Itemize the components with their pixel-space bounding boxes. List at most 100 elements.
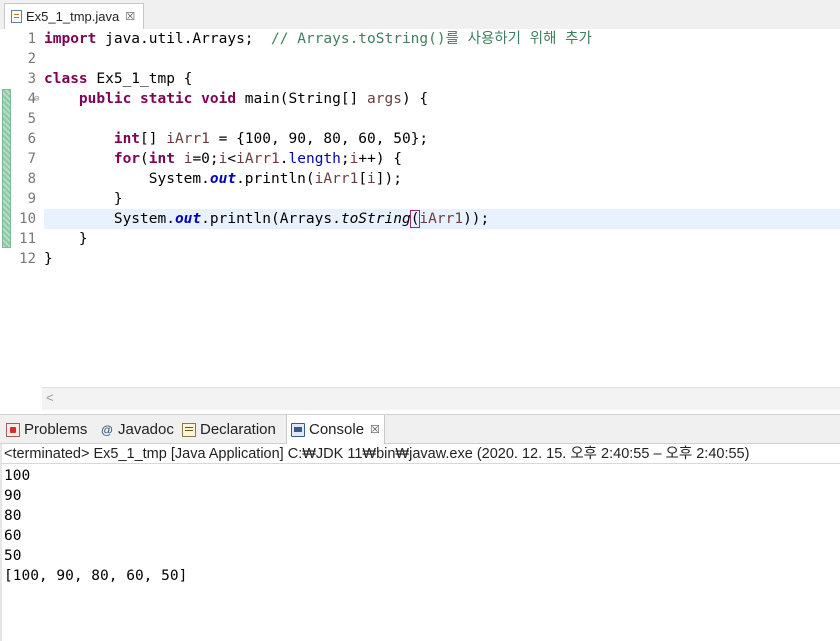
problems-icon: [6, 422, 20, 437]
tab-declaration-label: Declaration: [200, 421, 276, 438]
declaration-icon: [182, 422, 196, 437]
variable: i: [367, 171, 376, 187]
tab-problems[interactable]: Problems: [2, 415, 91, 444]
line-number: 7: [27, 151, 36, 167]
close-icon[interactable]: ☒: [370, 423, 380, 436]
code-text: ]);: [375, 171, 402, 187]
editor-tab-label: Ex5_1_tmp.java: [26, 9, 120, 24]
console-status-line: <terminated> Ex5_1_tmp [Java Application…: [0, 444, 840, 464]
code-text: main(String[]: [236, 91, 368, 107]
code-line-8[interactable]: System.out.println(iArr1[i]);: [44, 169, 840, 189]
line-number-ruler: 1 2 3 4 ⊖ 5 6 7 8 9 10 11 12: [14, 29, 42, 269]
code-text: ;: [340, 151, 350, 167]
javadoc-icon: @: [101, 422, 113, 437]
console-output[interactable]: 100 90 80 60 50 [100, 90, 80, 60, 50]: [4, 466, 187, 586]
keyword: int: [113, 131, 141, 147]
code-text: java.util.Arrays;: [96, 31, 271, 47]
console-output-line: 80: [4, 508, 22, 524]
code-line-1[interactable]: import java.util.Arrays; // Arrays.toStr…: [44, 29, 840, 49]
code-line-6[interactable]: int[] iArr1 = {100, 90, 80, 60, 50};: [44, 129, 840, 149]
line-number: 8: [27, 171, 36, 187]
tab-javadoc-label: Javadoc: [118, 421, 174, 438]
horizontal-scrollbar[interactable]: <: [42, 387, 840, 410]
static-field: out: [174, 211, 202, 227]
fold-collapse-icon[interactable]: ⊖: [34, 93, 39, 105]
console-output-line: 90: [4, 488, 22, 504]
bottom-panel-tab-bar: Problems @ Javadoc Declaration Console ☒: [0, 414, 840, 444]
scroll-left-arrow-icon[interactable]: <: [46, 390, 54, 405]
code-line-2[interactable]: [44, 49, 840, 69]
code-text: [: [358, 171, 368, 187]
quick-diff-ruler: [0, 29, 14, 389]
tab-console[interactable]: Console ☒: [286, 415, 385, 444]
field: length: [288, 151, 341, 167]
code-text: Ex5_1_tmp {: [87, 71, 193, 87]
code-text: (: [140, 151, 149, 167]
change-marker: [2, 89, 11, 248]
console-output-line: 100: [4, 468, 31, 484]
code-line-7[interactable]: for(int i=0;i<iArr1.length;i++) {: [44, 149, 840, 169]
code-text: <: [227, 151, 237, 167]
keyword: int: [148, 151, 175, 167]
variable: iArr1: [419, 211, 464, 227]
code-text: }: [44, 251, 53, 267]
tab-declaration[interactable]: Declaration: [178, 415, 280, 444]
tab-javadoc[interactable]: @ Javadoc: [96, 415, 178, 444]
line-number-with-fold: 4 ⊖: [14, 89, 42, 109]
line-number: 5: [27, 111, 36, 127]
console-output-line: [100, 90, 80, 60, 50]: [4, 568, 188, 584]
code-text: System.: [148, 171, 210, 187]
keyword: public static void: [78, 91, 237, 107]
code-text: }: [78, 231, 88, 247]
line-number: 2: [27, 51, 36, 67]
code-line-3[interactable]: class Ex5_1_tmp {: [44, 69, 840, 89]
variable: args: [367, 91, 402, 107]
variable: iArr1: [166, 131, 210, 147]
keyword: import: [44, 31, 97, 47]
editor-tab-bar: Ex5_1_tmp.java ☒: [0, 0, 840, 30]
code-line-11[interactable]: }: [44, 229, 840, 249]
line-number: 12: [19, 251, 36, 267]
console-output-line: 50: [4, 548, 22, 564]
keyword: for: [113, 151, 141, 167]
line-number: 6: [27, 131, 36, 147]
code-line-9[interactable]: }: [44, 189, 840, 209]
editor-tab-ex5-1-tmp[interactable]: Ex5_1_tmp.java ☒: [4, 3, 145, 29]
close-icon[interactable]: ☒: [125, 10, 135, 23]
code-line-5[interactable]: [44, 109, 840, 129]
code-text-area[interactable]: import java.util.Arrays; // Arrays.toStr…: [44, 29, 840, 269]
code-line-4[interactable]: public static void main(String[] args) {: [44, 89, 840, 109]
code-text: []: [140, 131, 167, 147]
code-text: .: [279, 151, 289, 167]
code-text: .println(Arrays.: [201, 211, 341, 227]
code-editor[interactable]: 1 2 3 4 ⊖ 5 6 7 8 9 10 11 12 import java.…: [0, 29, 840, 412]
static-field: out: [209, 171, 237, 187]
panel-border: [0, 444, 2, 641]
variable: iArr1: [236, 151, 280, 167]
console-output-line: 60: [4, 528, 22, 544]
tab-console-label: Console: [309, 421, 365, 438]
variable: iArr1: [314, 171, 359, 187]
tab-problems-label: Problems: [24, 421, 88, 438]
code-text: = {100, 90, 80, 60, 50};: [209, 131, 429, 147]
code-text: .println(: [236, 171, 315, 187]
code-text: =0;: [192, 151, 219, 167]
console-icon: [291, 422, 305, 437]
line-number: 11: [19, 231, 36, 247]
code-line-10-current[interactable]: System.out.println(Arrays.toString(iArr1…: [44, 209, 840, 229]
line-number: 1: [27, 31, 36, 47]
code-text: }: [113, 191, 123, 207]
code-line-12[interactable]: }: [44, 249, 840, 269]
line-number: 9: [27, 191, 36, 207]
line-number: 10: [19, 211, 36, 227]
code-text: ++) {: [358, 151, 403, 167]
code-text: ));: [463, 211, 490, 227]
java-file-icon: [11, 10, 22, 23]
code-text: System.: [113, 211, 175, 227]
